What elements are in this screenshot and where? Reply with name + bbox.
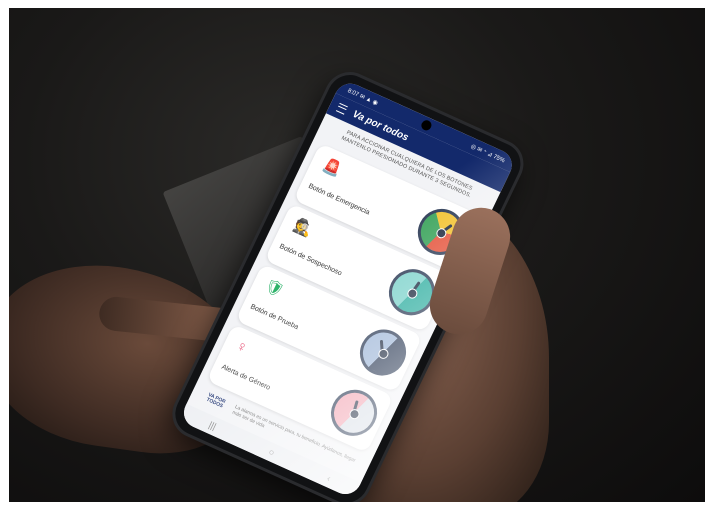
- gauge-hub: [405, 286, 420, 301]
- gauge-hub: [347, 407, 362, 421]
- hamburger-menu-icon[interactable]: [336, 102, 349, 115]
- spy-icon: 🕵: [290, 216, 316, 240]
- suspect-button-label: Botón de Sospechoso: [278, 242, 343, 278]
- home-icon[interactable]: ○: [267, 447, 276, 458]
- test-button-label: Botón de Prueba: [249, 303, 300, 332]
- shield-icon: 🛡: [262, 276, 287, 300]
- test-gauge[interactable]: [352, 322, 414, 383]
- gauge-hub: [376, 347, 391, 361]
- gender-alert-button-label: Alerta de Género: [220, 363, 272, 392]
- recent-apps-icon[interactable]: |||: [207, 420, 218, 432]
- photo-scene: 8:07 ✉ ▲ ◉ ◎ ✉ ⁺ ⊿ 75% Va por todos PARA…: [9, 8, 705, 502]
- female-symbol-icon: ♀: [233, 336, 251, 357]
- gender-alert-gauge[interactable]: [323, 382, 385, 444]
- footer-logo: VA POR TODOS: [205, 391, 227, 410]
- emergency-button-label: Botón de Emergencia: [307, 182, 371, 217]
- back-icon[interactable]: ‹: [325, 473, 332, 483]
- siren-icon: 🚨: [319, 155, 345, 180]
